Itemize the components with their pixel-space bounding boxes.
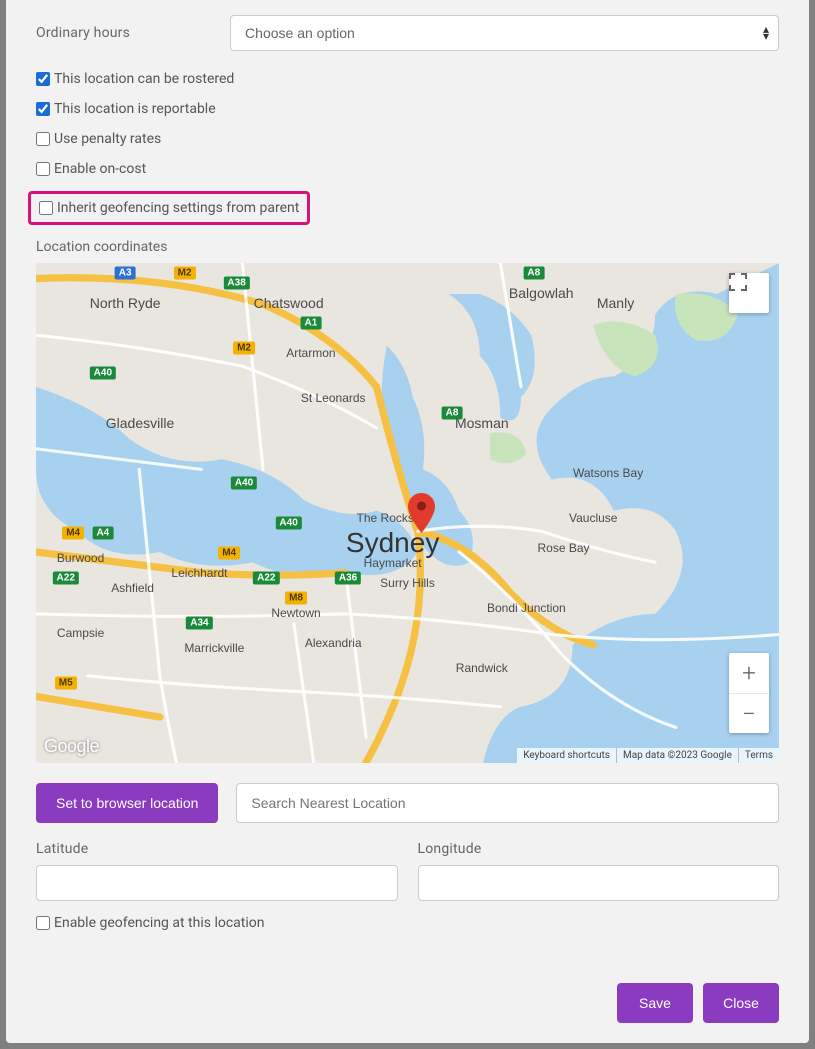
map-place-label: Marrickville [184, 641, 244, 655]
map-route-badge: A8 [442, 407, 463, 420]
map-place-label: Manly [597, 295, 634, 311]
ordinary-hours-select-wrap: Choose an option ▴▾ [230, 15, 779, 51]
save-button[interactable]: Save [617, 983, 693, 1023]
map-route-badge: A3 [115, 267, 136, 280]
map-place-label: Mosman [455, 415, 509, 431]
penalty-checkbox-row[interactable]: Use penalty rates [36, 131, 779, 147]
map-route-badge: A22 [253, 572, 279, 585]
location-search-row: Set to browser location [36, 783, 779, 823]
rosterable-label: This location can be rostered [54, 71, 234, 87]
map-route-badge: A22 [53, 572, 79, 585]
map-route-badge: A40 [90, 367, 116, 380]
rosterable-checkbox[interactable] [36, 72, 50, 86]
map-route-badge: A1 [301, 317, 322, 330]
map-place-label: Vaucluse [569, 511, 617, 525]
close-button[interactable]: Close [703, 983, 779, 1023]
map-route-badge: M4 [218, 547, 240, 560]
map-place-label: Newtown [271, 606, 320, 620]
penalty-label: Use penalty rates [54, 131, 161, 147]
map-route-badge: A38 [223, 277, 249, 290]
longitude-input[interactable] [418, 865, 780, 901]
map-place-label: Watsons Bay [573, 466, 643, 480]
map-route-badge: M5 [55, 677, 77, 690]
map-place-label: Haymarket [364, 556, 422, 570]
map-route-badge: A40 [275, 517, 301, 530]
ordinary-hours-row: Ordinary hours Choose an option ▴▾ [36, 15, 779, 51]
modal-footer: Save Close [36, 983, 779, 1023]
map-place-label: Surry Hills [380, 576, 435, 590]
map-zoom-out-button[interactable]: − [729, 693, 769, 733]
map-route-badge: A40 [231, 477, 257, 490]
ordinary-hours-label: Ordinary hours [36, 25, 130, 41]
set-browser-location-button[interactable]: Set to browser location [36, 783, 218, 823]
keyboard-shortcuts-link[interactable]: Keyboard shortcuts [517, 748, 616, 763]
oncost-checkbox[interactable] [36, 162, 50, 176]
map-place-label: Artarmon [286, 346, 335, 360]
reportable-checkbox-row[interactable]: This location is reportable [36, 101, 779, 117]
map-place-label: Campsie [57, 626, 104, 640]
map-data-text: Map data ©2023 Google [616, 748, 738, 763]
map-route-badge: M4 [62, 527, 84, 540]
map-route-badge: M2 [233, 342, 255, 355]
oncost-checkbox-row[interactable]: Enable on-cost [36, 161, 779, 177]
map-place-label: St Leonards [301, 391, 366, 405]
ordinary-hours-select[interactable]: Choose an option [230, 15, 779, 51]
longitude-label: Longitude [418, 841, 780, 857]
enable-geofencing-checkbox[interactable] [36, 916, 50, 930]
map-route-badge: A4 [92, 527, 113, 540]
latitude-label: Latitude [36, 841, 398, 857]
map-place-label: Leichhardt [171, 566, 227, 580]
latlng-row: Latitude Longitude [36, 841, 779, 901]
map-place-label: The Rocks [357, 511, 414, 525]
latitude-input[interactable] [36, 865, 398, 901]
reportable-label: This location is reportable [54, 101, 216, 117]
reportable-checkbox[interactable] [36, 102, 50, 116]
inherit-geofencing-highlight[interactable]: Inherit geofencing settings from parent [28, 191, 310, 225]
map-route-badge: A36 [335, 572, 361, 585]
map-place-label: Randwick [456, 661, 508, 675]
enable-geofencing-checkbox-row[interactable]: Enable geofencing at this location [36, 915, 779, 931]
map-place-label: North Ryde [90, 295, 161, 311]
map-route-badge: A34 [186, 617, 212, 630]
google-logo: Google [44, 736, 99, 757]
map-route-badge: M2 [174, 267, 196, 280]
search-nearest-location-input[interactable] [236, 783, 779, 823]
location-settings-modal: Ordinary hours Choose an option ▴▾ This … [6, 0, 809, 1043]
rosterable-checkbox-row[interactable]: This location can be rostered [36, 71, 779, 87]
oncost-label: Enable on-cost [54, 161, 146, 177]
penalty-checkbox[interactable] [36, 132, 50, 146]
map-zoom-in-button[interactable]: + [729, 653, 769, 693]
map-place-label: Balgowlah [509, 285, 574, 301]
location-map[interactable]: North Ryde Chatswood Balgowlah Manly Artarmo… [36, 263, 779, 763]
map-place-label: Chatswood [254, 295, 324, 311]
map-place-label: Gladesville [106, 415, 174, 431]
map-fullscreen-button[interactable] [729, 273, 769, 313]
map-place-label: Burwood [57, 551, 104, 565]
fullscreen-icon [729, 273, 747, 291]
map-route-badge: M8 [285, 592, 307, 605]
map-place-label: Ashfield [111, 581, 154, 595]
map-route-badge: A8 [523, 267, 544, 280]
map-zoom-control: + − [729, 653, 769, 733]
map-place-label: Alexandria [305, 636, 362, 650]
inherit-geofencing-label: Inherit geofencing settings from parent [57, 200, 299, 216]
enable-geofencing-label: Enable geofencing at this location [54, 915, 265, 931]
map-place-label: Rose Bay [538, 541, 590, 555]
map-place-label: Bondi Junction [487, 601, 566, 615]
map-terms-link[interactable]: Terms [738, 748, 779, 763]
map-attribution: Keyboard shortcuts Map data ©2023 Google… [517, 748, 779, 763]
location-coordinates-label: Location coordinates [36, 239, 779, 255]
inherit-geofencing-checkbox[interactable] [39, 201, 53, 215]
